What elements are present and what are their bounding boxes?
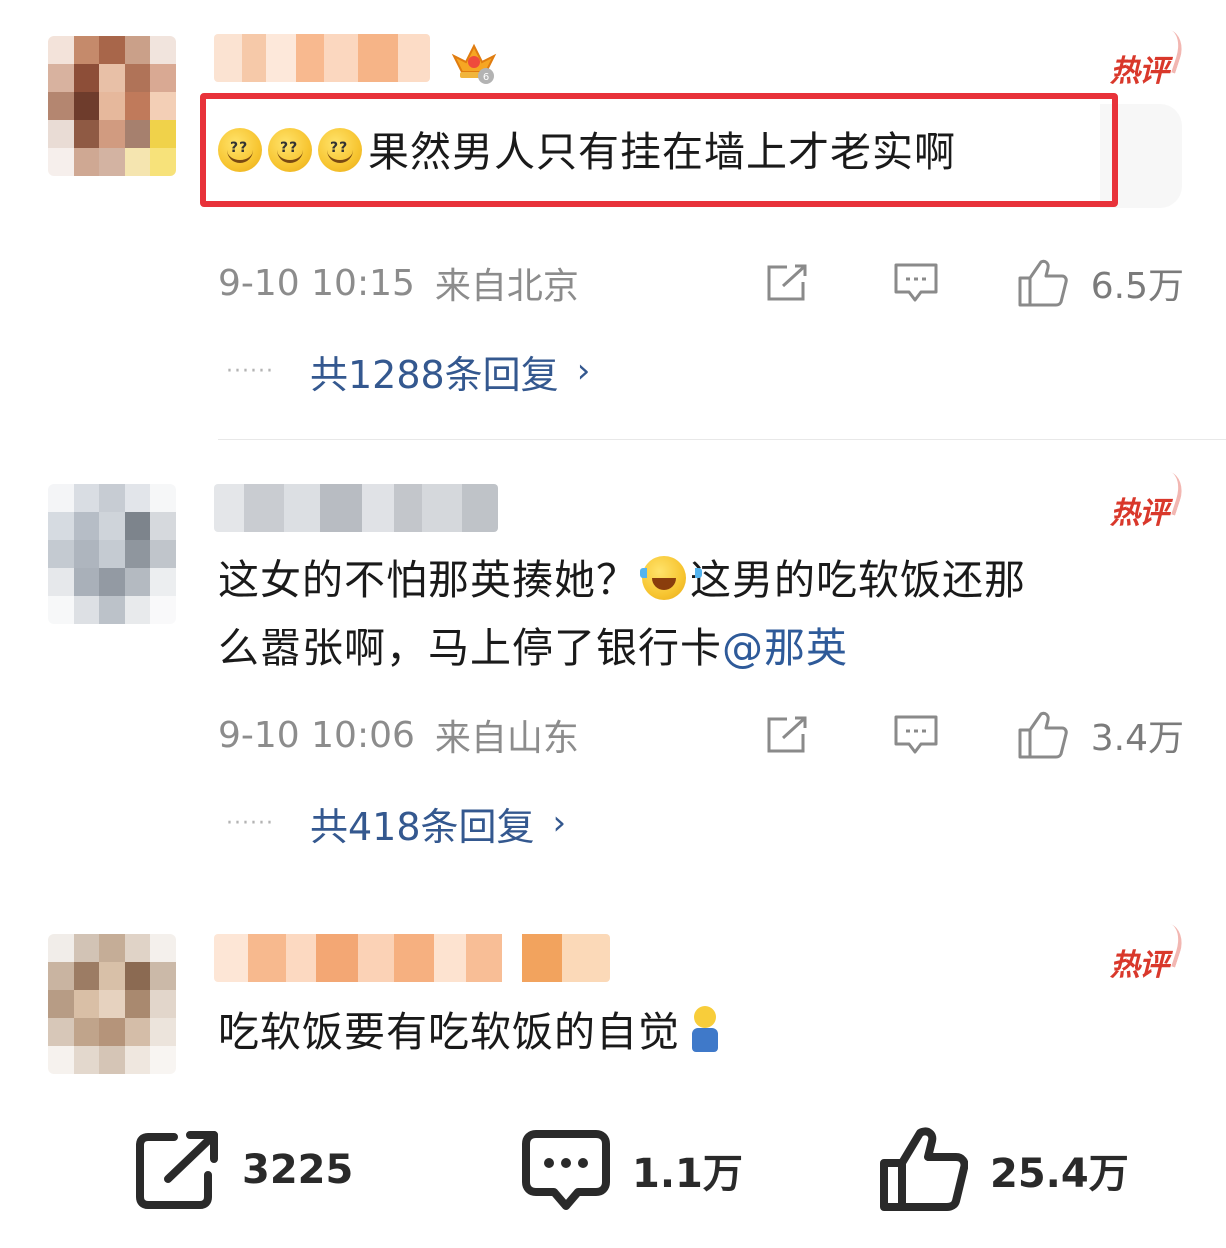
smug-emoji-icon	[318, 114, 362, 182]
replies-dots: ······	[226, 810, 274, 836]
like-icon[interactable]	[1017, 710, 1069, 760]
edit-icon[interactable]	[765, 716, 809, 754]
laugh-cry-emoji-icon	[640, 556, 702, 600]
svg-text:6: 6	[483, 72, 489, 83]
replies-count[interactable]: 共1288条回复	[310, 344, 559, 399]
replies-dots: ······	[226, 358, 274, 384]
smug-emoji-icon	[268, 114, 312, 182]
comment-text: 果然男人只有挂在墙上才老实啊	[218, 114, 956, 186]
post-action-bar: 3225 1.1万 25.4万	[0, 1118, 1226, 1222]
comment-text: 吃软饭要有吃软饭的自觉	[218, 998, 720, 1066]
comment-time: 9-10 10:06	[218, 714, 415, 756]
username-blurred[interactable]	[214, 484, 498, 532]
avatar[interactable]	[48, 36, 176, 176]
comment-item: 热评 吃软饭要有吃软饭的自觉	[0, 900, 1226, 1080]
crown-badge-icon: 6	[451, 43, 497, 84]
username-blurred[interactable]	[214, 34, 430, 82]
comment-location: 来自山东	[434, 718, 579, 759]
comment-meta: 9-10 10:06 来自山东 3.4万	[218, 710, 1184, 760]
hot-comment-badge: 热评	[1110, 488, 1169, 532]
comment-meta: 9-10 10:15 来自北京 6.5万	[218, 258, 1184, 308]
chevron-right-icon: ›	[576, 351, 591, 391]
like-count: 6.5万	[1090, 266, 1184, 307]
hot-comment-badge: 热评	[1110, 46, 1169, 90]
replies-link[interactable]: ······ 共418条回复 ›	[226, 796, 567, 851]
comment-location: 来自北京	[434, 266, 579, 307]
username-blurred[interactable]	[214, 934, 610, 982]
like-count: 25.4万	[990, 1151, 1129, 1197]
like-icon[interactable]	[1017, 258, 1069, 308]
comment-count: 1.1万	[632, 1151, 743, 1197]
edit-icon[interactable]	[765, 264, 809, 302]
comment-item: 6 热评 果然男人只有挂在墙上才老实啊 9-10 10:15 来自北京 6.5万	[0, 0, 1226, 440]
avatar[interactable]	[48, 934, 176, 1074]
hot-comment-badge: 热评	[1110, 940, 1169, 984]
comment-icon[interactable]	[893, 262, 939, 304]
avatar[interactable]	[48, 484, 176, 624]
replies-count[interactable]: 共418条回复	[310, 796, 535, 851]
share-count: 3225	[242, 1147, 354, 1193]
figure-emoji-icon	[690, 1006, 720, 1054]
comment-icon	[522, 1130, 610, 1210]
comment-item: 热评 这女的不怕那英揍她？ 这男的吃软饭还那 么嚣张啊，马上停了银行卡@那英 9-…	[0, 440, 1226, 900]
comment-actions: 6.5万	[765, 258, 1184, 308]
comment-text: 这女的不怕那英揍她？ 这男的吃软饭还那 么嚣张啊，马上停了银行卡@那英	[218, 556, 1026, 672]
like-count: 3.4万	[1090, 718, 1184, 759]
like-icon	[880, 1127, 968, 1211]
comment-icon[interactable]	[893, 714, 939, 756]
replies-link[interactable]: ······ 共1288条回复 ›	[226, 344, 591, 399]
like-button[interactable]: 25.4万	[880, 1118, 1129, 1222]
smug-emoji-icon	[218, 114, 262, 182]
chevron-right-icon: ›	[552, 803, 567, 843]
mention-link[interactable]: @那英	[722, 624, 848, 672]
comment-button[interactable]: 1.1万	[522, 1118, 743, 1222]
share-icon	[136, 1131, 218, 1209]
comment-actions: 3.4万	[765, 710, 1184, 760]
comment-time: 9-10 10:15	[218, 262, 415, 304]
share-button[interactable]: 3225	[134, 1118, 353, 1222]
